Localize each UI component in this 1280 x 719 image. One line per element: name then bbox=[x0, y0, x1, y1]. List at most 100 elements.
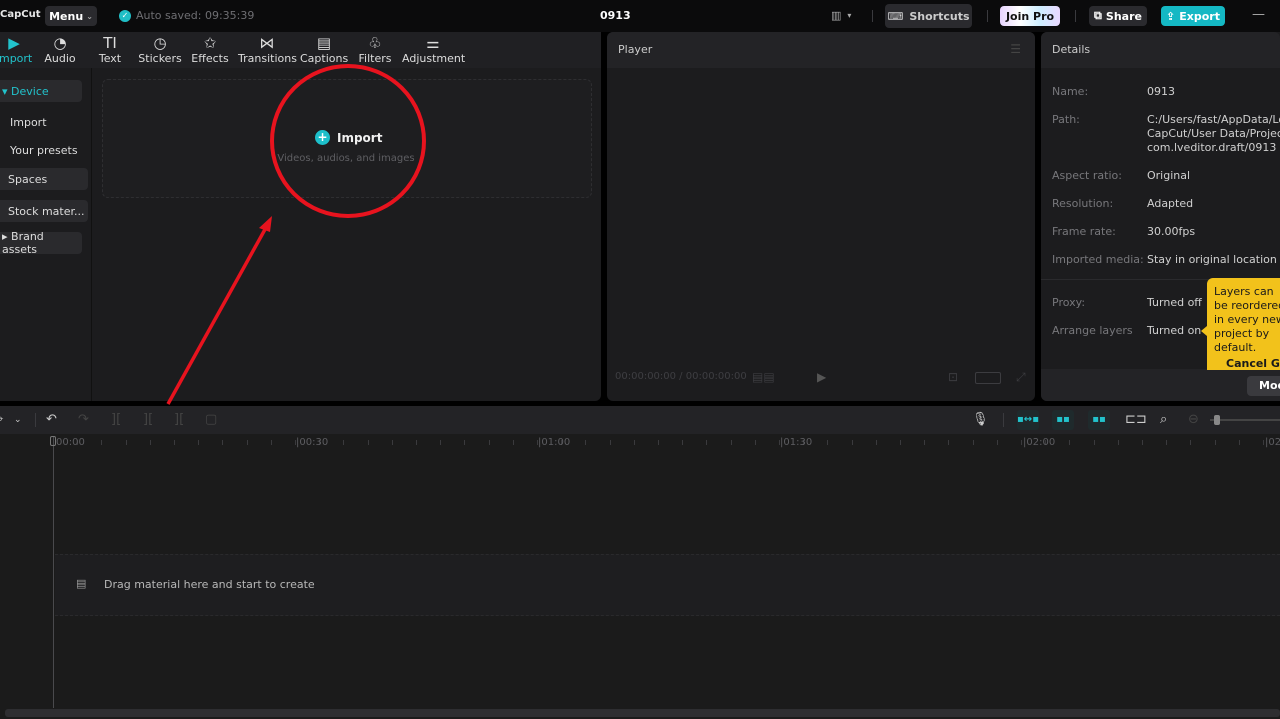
ruler-tick bbox=[368, 440, 369, 445]
ruler-tick bbox=[198, 440, 199, 445]
ruler-tick bbox=[1142, 440, 1143, 445]
horizontal-scrollbar[interactable] bbox=[5, 709, 1280, 717]
ruler-tick bbox=[682, 440, 683, 445]
tab-label: Text bbox=[98, 52, 122, 65]
layout-button[interactable]: ▥ ▾ bbox=[831, 9, 851, 22]
detail-label: Frame rate: bbox=[1052, 225, 1116, 238]
ruler-tick bbox=[1166, 440, 1167, 445]
zoom-slider[interactable] bbox=[1210, 419, 1280, 421]
ratio-button[interactable] bbox=[975, 372, 1001, 384]
layers-tooltip: Layers can be reordered in every new pro… bbox=[1207, 278, 1280, 370]
tab-audio[interactable]: ◔ Audio bbox=[40, 34, 80, 65]
detail-value: C:/Users/fast/AppData/Loc CapCut/User Da… bbox=[1147, 113, 1280, 154]
tab-import[interactable]: ▶Import bbox=[0, 34, 34, 65]
sidebar-item-spaces[interactable]: Spaces bbox=[0, 168, 88, 190]
chevron-down-icon: ▾ bbox=[847, 11, 852, 20]
sidebar-item-stock[interactable]: Stock mater... bbox=[0, 200, 88, 222]
menu-button[interactable]: Menu ⌄ bbox=[45, 6, 97, 26]
details-title: Details bbox=[1052, 43, 1091, 56]
join-pro-button[interactable]: Join Pro bbox=[1000, 6, 1060, 26]
ruler-tick bbox=[755, 440, 756, 445]
detail-value: 0913 bbox=[1147, 85, 1175, 98]
waveform-icon: ▤▤ bbox=[752, 370, 775, 384]
effects-icon: ✩ bbox=[203, 34, 217, 52]
fullscreen-icon[interactable]: ⤢ bbox=[1016, 370, 1026, 385]
ruler-tick bbox=[706, 440, 707, 445]
ruler-tick bbox=[1215, 440, 1216, 445]
sidebar-item-import[interactable]: Import bbox=[0, 111, 90, 133]
sidebar-item-device[interactable]: ▾ Device bbox=[0, 80, 82, 102]
detail-value: Stay in original location bbox=[1147, 253, 1277, 266]
undo-icon[interactable]: ↶ bbox=[46, 412, 57, 427]
ruler-tick bbox=[634, 440, 635, 445]
playhead-handle[interactable] bbox=[50, 436, 56, 446]
tooltip-actions[interactable]: Cancel G bbox=[1214, 357, 1280, 370]
divider bbox=[1003, 413, 1004, 427]
tab-adjustment[interactable]: ⚌ Adjustment bbox=[402, 34, 466, 65]
minimize-button[interactable]: — bbox=[1252, 7, 1265, 22]
timeline-search-icon[interactable]: ⌕ bbox=[1160, 412, 1167, 427]
layout-icon: ▥ bbox=[831, 9, 842, 22]
ruler-label: 00:00 bbox=[56, 437, 85, 448]
playhead[interactable] bbox=[53, 436, 54, 708]
tab-text[interactable]: TI Text bbox=[90, 34, 130, 65]
ruler-tick bbox=[101, 440, 102, 445]
project-title: 0913 bbox=[600, 9, 631, 22]
split-left-icon[interactable]: ][ bbox=[143, 412, 153, 427]
snapshot-icon[interactable]: ⊡ bbox=[948, 370, 958, 384]
linkage-icon[interactable]: ▪▪ bbox=[1088, 410, 1110, 430]
top-bar: CapCut Menu ⌄ ✓ Auto saved: 09:35:39 0913 … bbox=[0, 0, 1280, 32]
split-right-icon[interactable]: ][ bbox=[174, 412, 184, 427]
details-footer bbox=[1041, 369, 1280, 401]
chevron-down-icon[interactable]: ⌄ bbox=[14, 415, 22, 425]
detail-label: Name: bbox=[1052, 85, 1089, 98]
tab-captions[interactable]: ▤ Captions bbox=[300, 34, 348, 65]
ruler-tick bbox=[271, 440, 272, 445]
split-icon[interactable]: ][ bbox=[111, 412, 121, 427]
detail-label: Imported media: bbox=[1052, 253, 1144, 266]
auto-snap-icon[interactable]: ▪▪ bbox=[1052, 410, 1074, 430]
plus-icon: + bbox=[315, 130, 330, 145]
delete-icon[interactable]: ▢ bbox=[205, 412, 217, 427]
ruler-tick bbox=[1118, 440, 1119, 445]
tab-stickers[interactable]: ◷ Stickers bbox=[137, 34, 183, 65]
sticker-icon: ◷ bbox=[153, 34, 167, 52]
ruler-tick bbox=[1263, 440, 1264, 445]
ruler-tick bbox=[658, 440, 659, 445]
play-button[interactable]: ▶ bbox=[817, 370, 826, 384]
tab-transitions[interactable]: ⋈ Transitions bbox=[238, 34, 297, 65]
tab-label: Adjustment bbox=[402, 52, 466, 65]
import-button[interactable]: + Import bbox=[315, 130, 382, 145]
ruler-label: |01:30 bbox=[780, 437, 813, 448]
preview-axis-icon[interactable]: ⊏⊐ bbox=[1125, 412, 1147, 427]
tab-label: Import bbox=[0, 52, 33, 65]
ruler-tick bbox=[1069, 440, 1070, 445]
ruler-label-text: 02 bbox=[1268, 437, 1280, 448]
chevron-down-icon: ⌄ bbox=[86, 11, 93, 21]
ruler-tick bbox=[948, 440, 949, 445]
tab-effects[interactable]: ✩ Effects bbox=[189, 34, 231, 65]
ruler-tick bbox=[997, 440, 998, 445]
menu-icon[interactable]: ☰ bbox=[1010, 42, 1021, 56]
timeline-toolbar: ⌖ ⌄ ↶ ↷ ][ ][ ][ ▢ 🎙 ▪↔▪ ▪▪ ▪▪ ⊏⊐ ⌕ ⊖ bbox=[0, 406, 1280, 434]
ruler-tick bbox=[1094, 440, 1095, 445]
microphone-icon[interactable]: 🎙 bbox=[972, 412, 989, 427]
sidebar-item-brand-assets[interactable]: ▸ Brand assets bbox=[0, 230, 82, 256]
zoom-slider-handle[interactable] bbox=[1214, 415, 1220, 425]
detail-value: 30.00fps bbox=[1147, 225, 1196, 238]
share-button[interactable]: ⧉ Share bbox=[1089, 6, 1147, 26]
ruler-label: |02 bbox=[1265, 437, 1280, 448]
modify-button[interactable]: Mod bbox=[1247, 376, 1280, 396]
main-track-magnet-icon[interactable]: ▪↔▪ bbox=[1017, 410, 1039, 430]
tooltip-text: Layers can be reordered in every new pro… bbox=[1214, 285, 1280, 354]
zoom-out-icon[interactable]: ⊖ bbox=[1188, 412, 1199, 427]
divider bbox=[1075, 10, 1076, 22]
sidebar-item-presets[interactable]: Your presets bbox=[0, 139, 90, 161]
keyboard-icon: ⌨ bbox=[887, 9, 904, 23]
shortcuts-button[interactable]: ⌨ Shortcuts bbox=[885, 4, 972, 28]
redo-icon[interactable]: ↷ bbox=[78, 412, 89, 427]
tab-filters[interactable]: ♧ Filters bbox=[355, 34, 395, 65]
export-button[interactable]: ⇪ Export bbox=[1161, 6, 1225, 26]
select-tool-icon[interactable]: ⌖ bbox=[0, 412, 3, 427]
ruler-label: |02:00 bbox=[1023, 437, 1056, 448]
